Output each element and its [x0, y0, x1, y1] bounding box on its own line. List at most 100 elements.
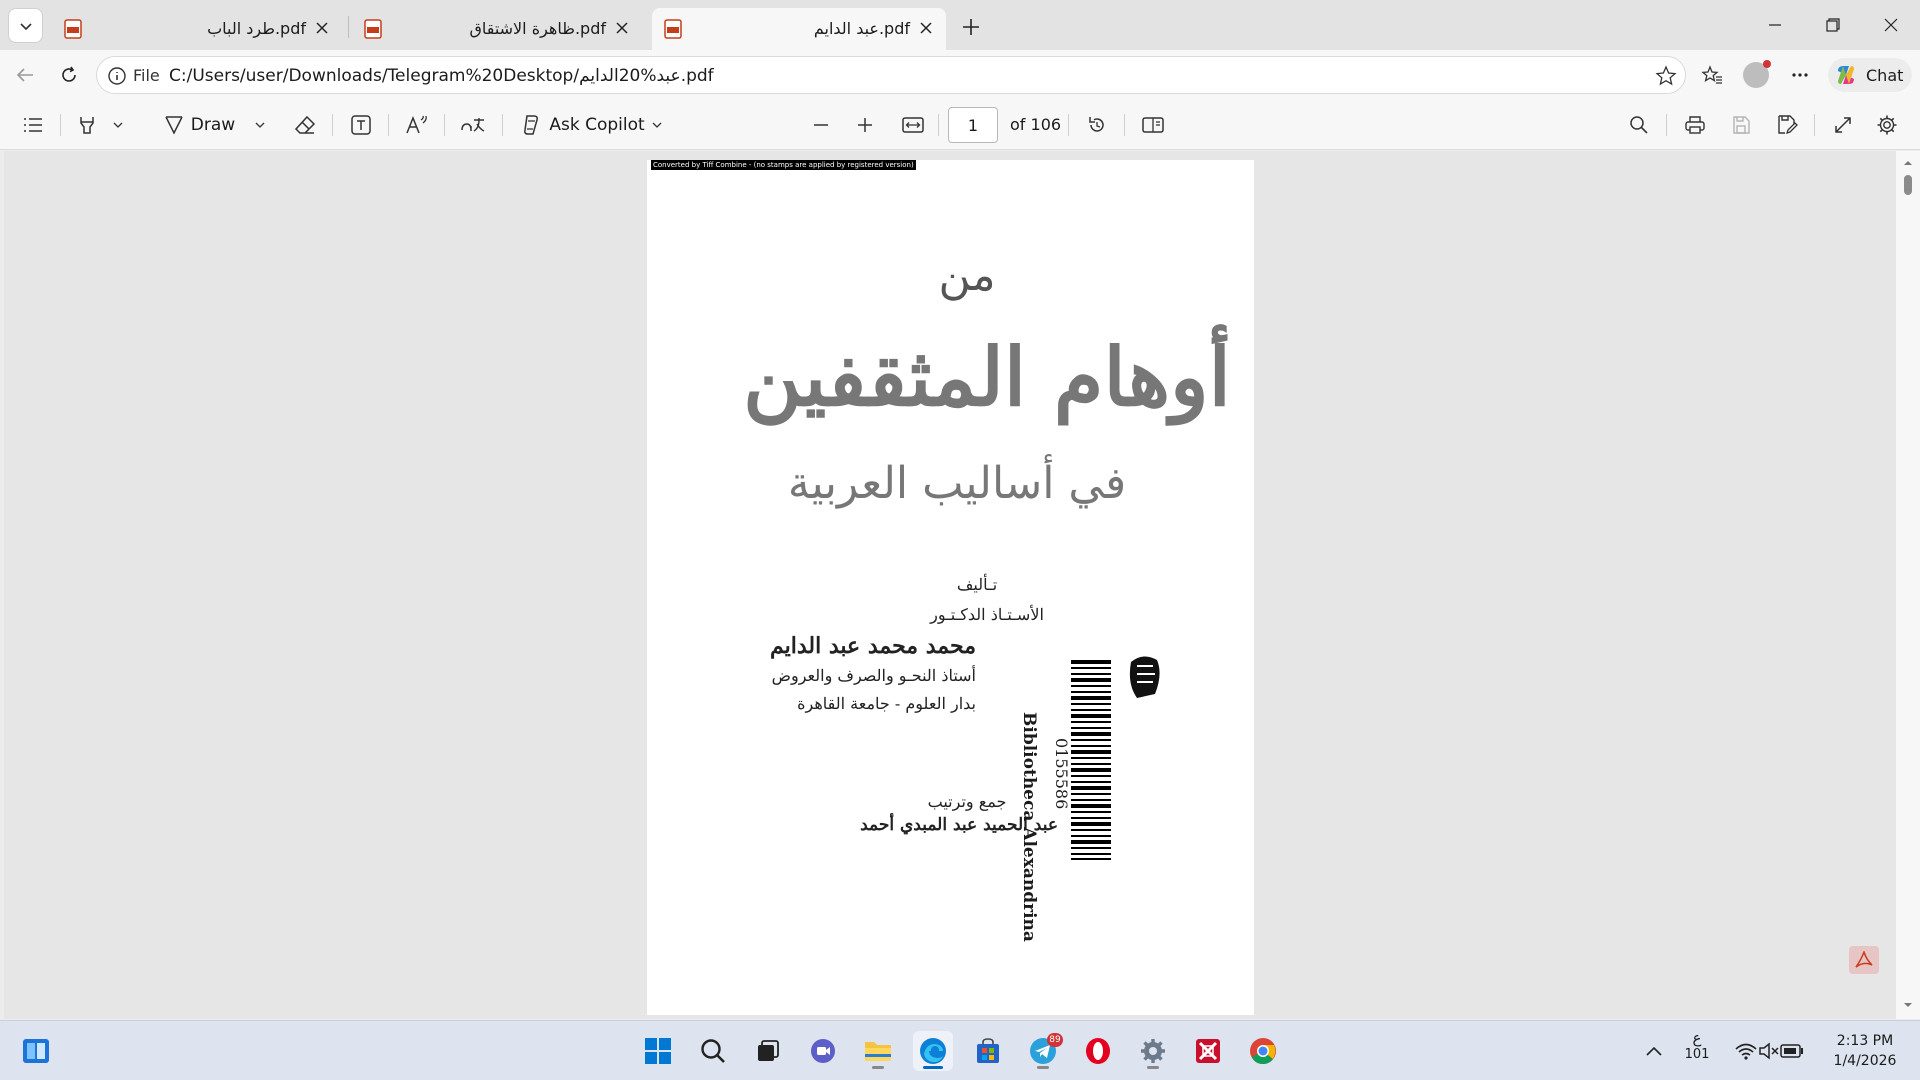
erase-button[interactable] [290, 110, 320, 140]
author-role-2: بدار العلوم - جامعة القاهرة [797, 694, 976, 713]
opera-icon [1086, 1038, 1110, 1064]
back-button[interactable] [8, 59, 42, 91]
chevron-up-icon [1646, 1046, 1662, 1056]
barcode-bar [1071, 804, 1111, 808]
restore-button[interactable] [1810, 8, 1856, 42]
info-icon[interactable] [107, 66, 127, 86]
pdf-settings-button[interactable] [1872, 110, 1902, 140]
tab-1[interactable]: طرد الباب.pdf [52, 8, 342, 50]
translate-button[interactable] [458, 110, 488, 140]
highlight-button[interactable] [72, 110, 102, 140]
start-button[interactable] [638, 1031, 678, 1071]
barcode-bar [1071, 750, 1111, 754]
address-bar[interactable]: File C:/Users/user/Downloads/Telegram%20… [96, 56, 1686, 94]
refresh-button[interactable] [52, 59, 86, 91]
fit-width-button[interactable] [898, 110, 928, 140]
scrollbar-thumb[interactable] [1904, 175, 1912, 195]
read-aloud-button[interactable] [402, 110, 432, 140]
chevron-down-icon [255, 122, 265, 128]
scroll-down-icon[interactable] [1902, 999, 1914, 1011]
search-button[interactable] [693, 1031, 733, 1071]
chrome-button[interactable] [1243, 1031, 1283, 1071]
settings-button[interactable] [1133, 1031, 1173, 1071]
close-window-button[interactable] [1868, 8, 1914, 42]
star-icon[interactable] [1655, 65, 1677, 87]
more-menu-button[interactable] [1784, 60, 1816, 90]
draw-options-button[interactable] [250, 110, 270, 140]
minimize-button[interactable] [1752, 8, 1798, 42]
barcode-bar [1071, 757, 1111, 759]
barcode-bar [1071, 732, 1111, 736]
page-view-button[interactable] [1138, 110, 1168, 140]
folder-icon [865, 1042, 891, 1061]
scroll-up-icon[interactable] [1902, 157, 1914, 169]
teams-chat-button[interactable] [803, 1031, 843, 1071]
task-view-button[interactable] [748, 1031, 788, 1071]
address-row: File C:/Users/user/Downloads/Telegram%20… [0, 50, 1920, 100]
barcode-bar [1071, 721, 1111, 723]
file-explorer-button[interactable] [858, 1031, 898, 1071]
edge-button[interactable] [913, 1031, 953, 1071]
url-text[interactable]: C:/Users/user/Downloads/Telegram%20Deskt… [169, 66, 714, 86]
save-as-button[interactable] [1772, 110, 1802, 140]
widgets-button[interactable] [16, 1031, 56, 1071]
barcode-bar [1071, 840, 1111, 844]
opera-button[interactable] [1078, 1031, 1118, 1071]
print-button[interactable] [1680, 110, 1710, 140]
pdf-page[interactable]: Converted by Tiff Combine - (no stamps a… [647, 160, 1254, 1015]
save-icon [1733, 116, 1750, 134]
vertical-scrollbar[interactable] [1896, 151, 1920, 1019]
tab-3-active[interactable]: عبد الدايم.pdf [652, 8, 946, 50]
contents-button[interactable] [18, 110, 48, 140]
tab-2[interactable]: ظاهرة الاشتقاق.pdf [352, 8, 642, 50]
tab-actions-button[interactable] [8, 8, 43, 43]
barcode-bar [1071, 673, 1111, 675]
page-number-input[interactable]: 1 [948, 107, 998, 143]
tab-close-button[interactable] [612, 18, 632, 38]
plus-icon [963, 19, 979, 35]
copilot-icon [1838, 66, 1854, 84]
telegram-unread-badge: 89 [1047, 1033, 1063, 1047]
favorites-button[interactable] [1696, 60, 1728, 90]
highlight-options-button[interactable] [108, 110, 128, 140]
read-aloud-icon [406, 115, 427, 134]
ask-copilot-button[interactable]: Ask Copilot [516, 110, 666, 140]
clock[interactable]: 2:13 PM 1/4/2026 [1820, 1031, 1910, 1071]
new-tab-button[interactable] [956, 12, 986, 42]
avatar [1743, 60, 1771, 88]
ime-indicator[interactable]: ع 101 [1680, 1029, 1714, 1062]
draw-button[interactable]: Draw [154, 110, 244, 140]
barcode-bar [1071, 799, 1111, 801]
zoom-out-button[interactable] [806, 110, 836, 140]
copilot-chat-button[interactable]: Chat [1828, 58, 1912, 92]
barcode-bar [1071, 786, 1111, 790]
barcode-bar [1071, 685, 1111, 687]
save-button[interactable] [1726, 110, 1756, 140]
profile-button[interactable] [1740, 60, 1772, 90]
acrobat-button[interactable] [1849, 946, 1879, 974]
rotate-button[interactable] [1082, 110, 1112, 140]
barcode-bar [1071, 709, 1111, 711]
fullscreen-button[interactable] [1828, 110, 1858, 140]
close-icon [1884, 18, 1898, 32]
find-button[interactable] [1624, 110, 1654, 140]
toolbar-separator [60, 114, 61, 136]
show-hidden-icons-button[interactable] [1634, 1031, 1674, 1071]
pdf-viewer-area[interactable]: Converted by Tiff Combine - (no stamps a… [4, 151, 1900, 1019]
plus-icon [858, 118, 872, 132]
clock-date: 1/4/2026 [1833, 1053, 1897, 1069]
zoom-in-button[interactable] [850, 110, 880, 140]
pdf-app-button[interactable] [1188, 1031, 1228, 1071]
tab-close-button[interactable] [312, 18, 332, 38]
ime-number: 101 [1684, 1047, 1710, 1062]
tab-title: عبد الدايم.pdf [813, 19, 910, 38]
wifi-icon [1735, 1043, 1757, 1060]
tab-strip: طرد الباب.pdf ظاهرة الاشتقاق.pdf عبد الد… [0, 0, 1920, 50]
quick-settings-button[interactable] [1724, 1031, 1814, 1071]
telegram-button[interactable]: 89 [1023, 1031, 1063, 1071]
add-text-button[interactable] [346, 110, 376, 140]
store-button[interactable] [968, 1031, 1008, 1071]
tab-close-button[interactable] [916, 18, 936, 38]
tab-separator [348, 16, 349, 38]
pdf-file-icon [64, 19, 82, 39]
